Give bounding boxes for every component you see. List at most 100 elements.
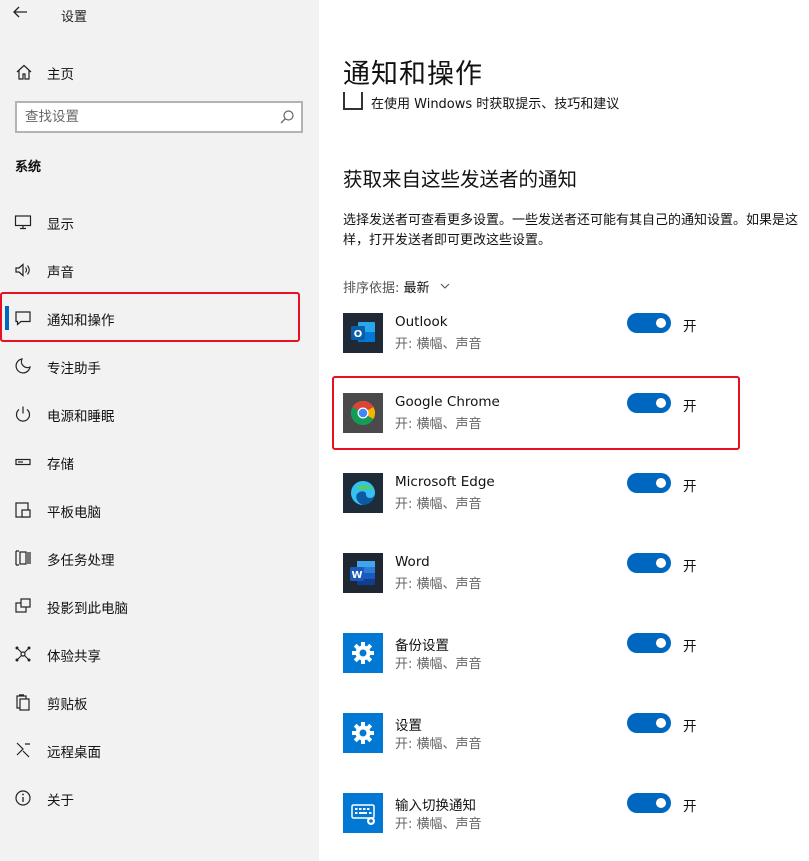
page-title: 通知和操作 bbox=[343, 59, 483, 90]
monitor-icon bbox=[14, 215, 32, 230]
sidebar-item-power[interactable]: 电源和睡眠 bbox=[0, 390, 319, 438]
sender-row-edge[interactable]: Microsoft Edge 开: 横幅、声音 开 bbox=[343, 463, 803, 523]
sender-name: Google Chrome bbox=[395, 394, 500, 410]
toggle-switch[interactable] bbox=[627, 713, 671, 733]
title-bar: 设置 bbox=[0, 0, 319, 30]
sender-row-word[interactable]: W Word 开: 横幅、声音 开 bbox=[343, 543, 803, 603]
chevron-down-icon bbox=[440, 283, 450, 289]
sort-dropdown[interactable]: 排序依据: 最新 bbox=[343, 277, 450, 296]
sort-value: 最新 bbox=[403, 281, 430, 296]
sidebar-item-multitasking[interactable]: 多任务处理 bbox=[0, 534, 319, 582]
sidebar-item-label: 投影到此电脑 bbox=[47, 601, 128, 617]
sender-status: 开: 横幅、声音 bbox=[395, 657, 482, 672]
search-box[interactable] bbox=[15, 101, 303, 133]
selection-indicator bbox=[5, 306, 9, 330]
sidebar-item-sound[interactable]: 声音 bbox=[0, 246, 319, 294]
section-label: 系统 bbox=[15, 160, 42, 175]
project-icon bbox=[15, 598, 31, 613]
sender-name: 设置 bbox=[395, 718, 422, 734]
tablet-icon bbox=[15, 502, 31, 518]
clipboard-icon bbox=[16, 694, 30, 711]
toggle-switch[interactable] bbox=[627, 633, 671, 653]
sender-name: Outlook bbox=[395, 314, 448, 330]
toggle-switch[interactable] bbox=[627, 313, 671, 333]
sidebar-item-label: 平板电脑 bbox=[47, 505, 101, 521]
toggle-label: 开 bbox=[683, 319, 697, 335]
sender-row-backup-settings[interactable]: 备份设置 开: 横幅、声音 开 bbox=[343, 623, 803, 683]
sender-name: Microsoft Edge bbox=[395, 474, 495, 490]
sidebar-item-label: 电源和睡眠 bbox=[47, 409, 115, 425]
sidebar-item-home[interactable]: 主页 bbox=[0, 56, 319, 88]
sender-row-input-switch[interactable]: 输入切换通知 开: 横幅、声音 开 bbox=[343, 783, 803, 843]
toggle-knob bbox=[656, 798, 666, 808]
sidebar-item-clipboard[interactable]: 剪贴板 bbox=[0, 678, 319, 726]
toggle-switch[interactable] bbox=[627, 473, 671, 493]
sidebar-item-label: 声音 bbox=[47, 265, 74, 281]
tips-checkbox[interactable] bbox=[343, 92, 363, 110]
app-title: 设置 bbox=[61, 10, 88, 25]
sidebar-item-shared-experiences[interactable]: 体验共享 bbox=[0, 630, 319, 678]
sender-status: 开: 横幅、声音 bbox=[395, 817, 482, 832]
sender-row-chrome[interactable]: Google Chrome 开: 横幅、声音 开 bbox=[343, 383, 803, 443]
power-icon bbox=[15, 406, 31, 422]
edge-icon bbox=[343, 473, 383, 513]
keyboard-icon bbox=[343, 793, 383, 833]
toggle-label: 开 bbox=[683, 719, 697, 735]
main-content: 通知和操作 在使用 Windows 时获取提示、技巧和建议 获取来自这些发送者的… bbox=[319, 0, 809, 861]
remote-icon bbox=[16, 742, 30, 758]
sender-status: 开: 横幅、声音 bbox=[395, 337, 482, 352]
sidebar-item-label: 通知和操作 bbox=[47, 313, 115, 329]
senders-title: 获取来自这些发送者的通知 bbox=[343, 168, 578, 191]
sort-label: 排序依据: bbox=[343, 281, 400, 296]
sender-row-settings[interactable]: 设置 开: 横幅、声音 开 bbox=[343, 703, 803, 763]
search-icon[interactable] bbox=[279, 109, 295, 125]
toggle-switch[interactable] bbox=[627, 793, 671, 813]
share-icon bbox=[15, 646, 31, 662]
toggle-label: 开 bbox=[683, 479, 697, 495]
sender-name: 输入切换通知 bbox=[395, 798, 476, 814]
sender-row-outlook[interactable]: O Outlook 开: 横幅、声音 开 bbox=[343, 303, 803, 363]
sidebar-item-notifications[interactable]: 通知和操作 bbox=[0, 294, 319, 342]
back-arrow-icon bbox=[13, 6, 27, 18]
sidebar-item-label: 显示 bbox=[47, 217, 74, 233]
toggle-switch[interactable] bbox=[627, 393, 671, 413]
toggle-label: 开 bbox=[683, 559, 697, 575]
toggle-knob bbox=[656, 318, 666, 328]
toggle-knob bbox=[656, 638, 666, 648]
sidebar-item-label: 剪贴板 bbox=[47, 697, 88, 713]
moon-icon bbox=[15, 358, 31, 374]
sidebar-item-label: 多任务处理 bbox=[47, 553, 115, 569]
sidebar-item-storage[interactable]: 存储 bbox=[0, 438, 319, 486]
sender-status: 开: 横幅、声音 bbox=[395, 737, 482, 752]
svg-text:W: W bbox=[351, 570, 362, 581]
sidebar-item-project[interactable]: 投影到此电脑 bbox=[0, 582, 319, 630]
sidebar-item-label: 关于 bbox=[47, 793, 74, 809]
info-icon bbox=[15, 790, 31, 806]
speaker-icon bbox=[15, 263, 30, 277]
svg-text:O: O bbox=[354, 329, 363, 340]
notification-icon bbox=[15, 311, 31, 326]
sidebar: 设置 主页 系统 显示 声音 通知和操作 专注助手 电源和睡眠 bbox=[0, 0, 319, 861]
gear-icon bbox=[343, 713, 383, 753]
multitask-icon bbox=[15, 550, 31, 566]
senders-description: 选择发送者可查看更多设置。一些发送者还可能有其自己的通知设置。如果是这样，打开发… bbox=[343, 213, 799, 248]
sidebar-item-tablet[interactable]: 平板电脑 bbox=[0, 486, 319, 534]
toggle-label: 开 bbox=[683, 399, 697, 415]
sidebar-item-remote-desktop[interactable]: 远程桌面 bbox=[0, 726, 319, 774]
sender-status: 开: 横幅、声音 bbox=[395, 577, 482, 592]
toggle-knob bbox=[656, 398, 666, 408]
back-button[interactable] bbox=[12, 4, 34, 24]
sidebar-item-label: 体验共享 bbox=[47, 649, 101, 665]
toggle-switch[interactable] bbox=[627, 553, 671, 573]
sender-status: 开: 横幅、声音 bbox=[395, 417, 482, 432]
sidebar-item-about[interactable]: 关于 bbox=[0, 774, 319, 822]
sender-status: 开: 横幅、声音 bbox=[395, 497, 482, 512]
sidebar-item-label: 主页 bbox=[47, 67, 74, 83]
sidebar-item-display[interactable]: 显示 bbox=[0, 198, 319, 246]
search-input[interactable] bbox=[25, 107, 275, 127]
sender-name: Word bbox=[395, 554, 430, 570]
sidebar-item-label: 远程桌面 bbox=[47, 745, 101, 761]
toggle-knob bbox=[656, 478, 666, 488]
toggle-knob bbox=[656, 718, 666, 728]
sidebar-item-focus-assist[interactable]: 专注助手 bbox=[0, 342, 319, 390]
